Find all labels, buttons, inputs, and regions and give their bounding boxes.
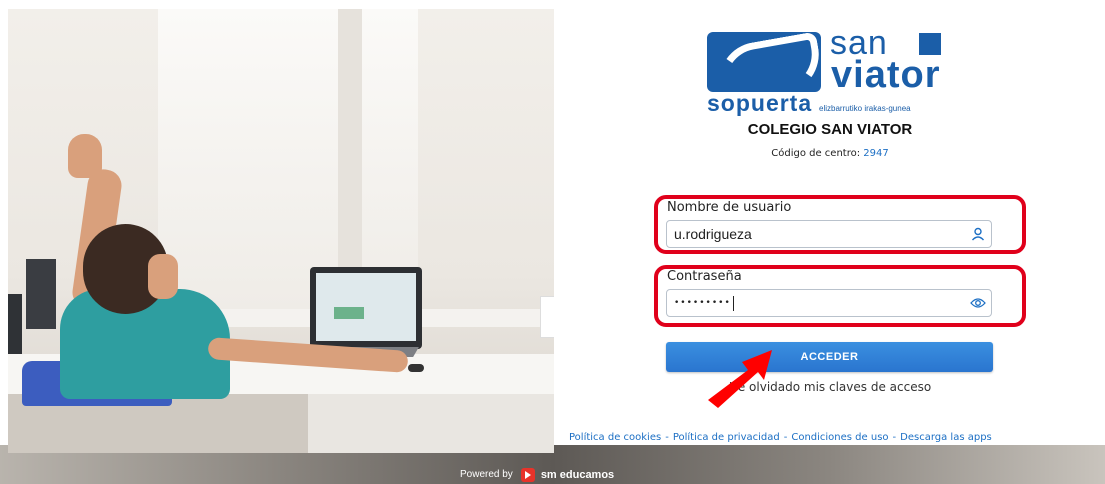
powered-by-text: Powered by xyxy=(460,469,513,480)
classroom-photo xyxy=(8,9,554,453)
text-caret xyxy=(732,295,734,311)
powered-by-brand: sm educamos xyxy=(540,468,615,481)
center-code-value: 2947 xyxy=(863,148,889,159)
center-code: Código de centro: 2947 xyxy=(690,148,970,159)
password-value: ••••••••• xyxy=(674,298,731,308)
terms-of-use-link[interactable]: Condiciones de uso xyxy=(791,432,888,443)
logo-viator: viator xyxy=(831,54,941,96)
center-code-label: Código de centro: xyxy=(771,148,861,159)
logo-subtitle: elizbarrutiko irakas-gunea xyxy=(819,104,911,113)
red-arrow-icon xyxy=(708,350,772,408)
password-input[interactable]: ••••••••• xyxy=(667,295,965,311)
privacy-policy-link[interactable]: Política de privacidad xyxy=(673,432,780,443)
password-field[interactable]: ••••••••• xyxy=(666,289,992,317)
cookies-policy-link[interactable]: Política de cookies xyxy=(569,432,661,443)
footer-links: Política de cookies - Política de privacid… xyxy=(569,432,992,443)
logo-mark-icon xyxy=(707,32,821,92)
school-name: COLEGIO SAN VIATOR xyxy=(747,121,913,138)
powered-by: Powered by sm educamos xyxy=(460,465,614,484)
username-input[interactable] xyxy=(667,222,965,246)
school-logo: san viator sopuerta elizbarrutiko irakas… xyxy=(707,24,952,120)
sm-logo-icon xyxy=(520,467,535,482)
user-icon xyxy=(965,227,991,241)
password-label: Contraseña xyxy=(667,269,742,284)
username-field[interactable] xyxy=(666,220,992,248)
logo-sopuerta: sopuerta xyxy=(707,90,813,116)
username-label: Nombre de usuario xyxy=(667,200,792,215)
logo-square xyxy=(919,33,941,55)
eye-icon[interactable] xyxy=(965,297,991,309)
download-apps-link[interactable]: Descarga las apps xyxy=(900,432,992,443)
